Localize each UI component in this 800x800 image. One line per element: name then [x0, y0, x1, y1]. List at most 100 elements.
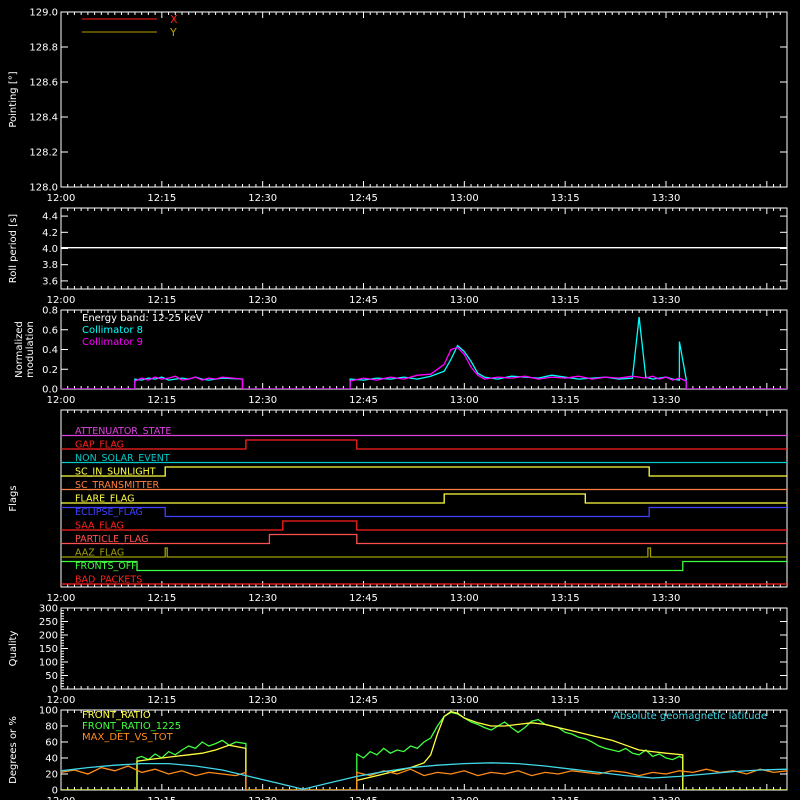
x-tick-label: 12:45 [349, 395, 378, 406]
x-tick-label: 12:15 [147, 593, 176, 604]
x-tick-label: 12:30 [248, 395, 277, 406]
y-tick-label: 80 [45, 722, 58, 733]
x-tick-label: 13:15 [551, 796, 580, 800]
hessi-observing-summary-chart: 12:00 12:15 12:30 12:45 13:00 13:15 13:30 Point… [0, 0, 800, 800]
y-tick-label: 3.8 [42, 260, 58, 271]
x-tick-label: 12:30 [248, 796, 277, 800]
y-tick-label: 4.0 [42, 244, 58, 255]
legend-label: FRONT_RATIO [82, 710, 151, 721]
x-tick-label: 12:45 [349, 295, 378, 306]
y-tick-label: 20 [45, 770, 58, 781]
x-tick-label: 12:15 [147, 395, 176, 406]
x-tick-label: 12:00 [47, 796, 76, 800]
y-axis-label: Flags [8, 485, 19, 511]
y-tick-label: 0.0 [42, 385, 58, 396]
legend-label: X [170, 13, 178, 26]
y-tick-label: 128.4 [29, 113, 58, 124]
x-tick-label: 12:00 [47, 193, 76, 204]
x-tick-label: 12:45 [349, 695, 378, 706]
x-tick-label: 12:15 [147, 193, 176, 204]
flag-label: GAP_FLAG [75, 440, 124, 451]
y-tick-label: 128.0 [29, 183, 58, 194]
legend-label: Collimator 8 [82, 325, 143, 336]
y-tick-label: 128.8 [29, 43, 58, 54]
x-tick-label: 13:30 [652, 395, 681, 406]
y-tick-label: 150 [39, 644, 58, 655]
y-tick-label: 129.0 [29, 8, 58, 19]
y-tick-label: 250 [39, 617, 58, 628]
x-tick-label: 12:30 [248, 193, 277, 204]
y-tick-label: 0.2 [42, 365, 58, 376]
geomagnetic-latitude-label: Absolute geomagnetic latitude [613, 711, 767, 722]
y-tick-label: 4.2 [42, 228, 58, 239]
x-tick-label: 13:00 [450, 695, 479, 706]
x-tick-label: 13:00 [450, 295, 479, 306]
y-tick-label: 128.2 [29, 148, 58, 159]
flag-label: SC_IN_SUNLIGHT [75, 467, 156, 478]
flag-label: FRONTS_OFF [75, 561, 137, 572]
x-tick-label: 13:00 [450, 395, 479, 406]
flag-label: PARTICLE_FLAG [75, 534, 148, 545]
x-tick-label: 12:15 [147, 695, 176, 706]
y-axis-label: Normalized [14, 321, 25, 378]
y-tick-label: 0.8 [42, 306, 58, 317]
y-axis-label: Degrees or % [8, 716, 19, 784]
x-tick-label: 13:30 [652, 796, 681, 800]
y-tick-label: 3.6 [42, 276, 58, 287]
x-tick-label: 12:00 [47, 395, 76, 406]
y-tick-label: 300 [39, 604, 58, 615]
x-tick-label: 12:00 [47, 295, 76, 306]
x-tick-label: 13:30 [652, 295, 681, 306]
flag-label: BAD_PACKETS [75, 575, 142, 586]
x-tick-label: 12:30 [248, 593, 277, 604]
y-tick-label: 0.6 [42, 325, 58, 336]
y-tick-label: 128.6 [29, 78, 58, 89]
flag-label: ECLIPSE_FLAG [75, 507, 143, 518]
x-tick-label: 12:30 [248, 695, 277, 706]
x-tick-label: 13:15 [551, 695, 580, 706]
y-tick-label: 4.4 [42, 212, 58, 223]
x-tick-label: 13:15 [551, 193, 580, 204]
x-tick-label: 12:45 [349, 193, 378, 204]
legend-label: Collimator 9 [82, 337, 143, 348]
y-tick-label: 0.4 [42, 345, 58, 356]
x-tick-label: 13:30 [652, 593, 681, 604]
flag-label: ATTENUATOR_STATE [75, 426, 171, 437]
legend-label: FRONT_RATIO_1225 [82, 721, 181, 732]
energy-band-annotation: Energy band: 12-25 keV [82, 313, 203, 324]
y-tick-label: 100 [39, 658, 58, 669]
x-tick-label: 12:45 [349, 593, 378, 604]
y-axis-label: Pointing [°] [8, 71, 19, 127]
flag-label: NON_SOLAR_EVENT [75, 453, 170, 464]
legend-label: Y [169, 26, 177, 39]
x-tick-label: 13:00 [450, 593, 479, 604]
x-tick-label: 13:30 [652, 193, 681, 204]
x-tick-label: 12:30 [248, 295, 277, 306]
y-axis-label: Roll period [s] [8, 214, 19, 283]
x-tick-label: 13:15 [551, 295, 580, 306]
x-tick-label: 13:00 [450, 796, 479, 800]
y-tick-label: 0 [52, 685, 58, 696]
x-tick-label: 13:00 [450, 193, 479, 204]
y-tick-label: 50 [45, 671, 58, 682]
y-tick-label: 100 [39, 706, 58, 717]
y-tick-label: 200 [39, 631, 58, 642]
y-tick-label: 0 [52, 786, 58, 797]
flag-label: AAZ_FLAG [75, 548, 124, 559]
x-tick-label: 12:00 [47, 695, 76, 706]
x-tick-label: 13:30 [652, 695, 681, 706]
x-tick-label: 12:15 [147, 295, 176, 306]
y-axis-label: Quality [8, 631, 19, 667]
x-tick-label: 12:45 [349, 796, 378, 800]
x-tick-label: 12:15 [147, 796, 176, 800]
x-tick-label: 13:15 [551, 395, 580, 406]
flag-label: SAA_FLAG [75, 521, 124, 532]
y-tick-label: 60 [45, 738, 58, 749]
flag-label: FLARE_FLAG [75, 494, 135, 505]
x-tick-label: 13:15 [551, 593, 580, 604]
flag-label: SC_TRANSMITTER [75, 480, 160, 491]
legend-label: MAX_DET_VS_TOT [82, 732, 174, 743]
y-axis-label: modulation [25, 321, 36, 378]
y-tick-label: 40 [45, 754, 58, 765]
x-tick-label: 12:00 [47, 593, 76, 604]
